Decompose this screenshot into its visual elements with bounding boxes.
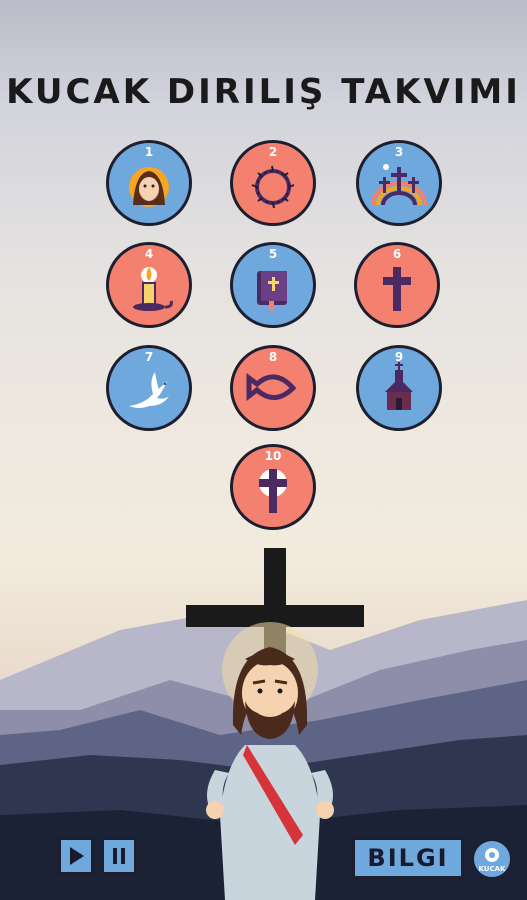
pause-button[interactable] xyxy=(101,837,137,875)
jesus-character xyxy=(206,622,334,900)
day-8-button[interactable]: 8 xyxy=(230,345,316,431)
fish-icon xyxy=(246,373,297,401)
day-2-button[interactable]: 2 xyxy=(230,140,316,226)
day-1-button[interactable]: 1 xyxy=(106,140,192,226)
day-7-button[interactable]: 7 xyxy=(106,345,192,431)
pause-icon xyxy=(113,848,125,864)
church-icon xyxy=(385,362,413,410)
cross-halo-icon xyxy=(259,469,287,513)
kucak-logo[interactable]: KUCAK xyxy=(472,839,512,879)
day-9-button[interactable]: 9 xyxy=(356,345,442,431)
day-3-button[interactable]: 3 xyxy=(356,140,442,226)
game-screen: KUCAK DIRILIŞ TAKVIMI 1 2 3 4 5 6 7 8 9 … xyxy=(0,0,527,900)
candle-icon xyxy=(133,267,173,311)
logo-text: KUCAK xyxy=(478,865,506,873)
day-5-button[interactable]: 5 xyxy=(230,242,316,328)
bible-icon xyxy=(257,271,287,311)
dove-icon xyxy=(129,372,169,408)
play-button[interactable] xyxy=(58,837,94,875)
play-icon xyxy=(70,847,84,865)
day-6-button[interactable]: 6 xyxy=(354,242,440,328)
day-4-button[interactable]: 4 xyxy=(106,242,192,328)
info-button[interactable]: BILGI xyxy=(352,837,464,879)
page-title: KUCAK DIRILIŞ TAKVIMI xyxy=(6,72,521,112)
day-10-button[interactable]: 10 xyxy=(230,444,316,530)
cross-icon xyxy=(383,267,411,311)
crown-of-thorns-icon xyxy=(251,165,295,209)
jesus-face-icon xyxy=(129,167,169,207)
three-crosses-rainbow-icon xyxy=(371,164,427,206)
